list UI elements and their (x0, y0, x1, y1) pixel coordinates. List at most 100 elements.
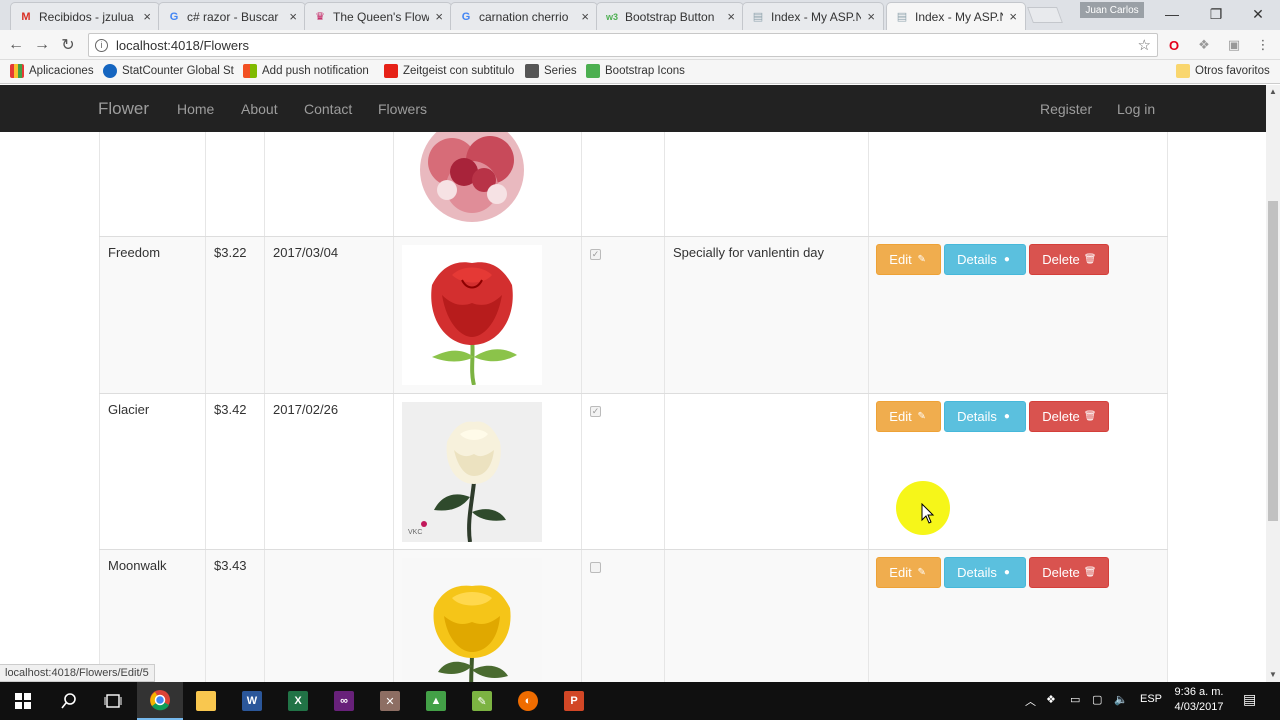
edit-button[interactable]: Edit ✎ (876, 244, 941, 275)
browser-tab[interactable]: w3 Bootstrap Button × (596, 2, 744, 30)
navbar-brand[interactable]: Flower (98, 99, 149, 119)
scrollbar-thumb[interactable] (1268, 201, 1278, 521)
reload-icon[interactable]: ↻ (58, 35, 78, 55)
flower-image-cell (394, 550, 582, 682)
chrome-icon[interactable] (137, 682, 183, 720)
volume-icon[interactable]: 🔈 (1114, 693, 1128, 706)
opera-icon[interactable]: O (1165, 36, 1183, 54)
details-button[interactable]: Details ● (944, 401, 1026, 432)
edit-label: Edit (889, 565, 912, 580)
info-circle-icon: ● (1003, 566, 1010, 578)
powerpoint-icon[interactable]: P (551, 682, 597, 720)
file-explorer-icon[interactable] (183, 682, 229, 720)
scroll-down-icon[interactable]: ▼ (1269, 670, 1277, 679)
dropbox-icon[interactable]: ❖ (1046, 693, 1056, 706)
page-icon: ▤ (752, 11, 764, 23)
close-icon[interactable]: × (289, 9, 297, 24)
address-bar[interactable]: i localhost:4018/Flowers ☆ (88, 33, 1158, 57)
app-icon[interactable]: ▲ (413, 682, 459, 720)
delete-button[interactable]: Delete 🗑 (1029, 557, 1109, 588)
system-clock[interactable]: 9:36 a. m. 4/03/2017 (1168, 685, 1230, 715)
search-icon[interactable] (46, 682, 92, 720)
browser-tab[interactable]: ▤ Index - My ASP.N × (742, 2, 884, 30)
nav-link-about[interactable]: About (241, 101, 278, 117)
extension-icon[interactable]: ▣ (1225, 36, 1243, 54)
edit-button[interactable]: Edit ✎ (876, 401, 941, 432)
info-icon[interactable]: i (95, 38, 108, 52)
microsoft-icon (243, 64, 257, 78)
close-icon[interactable]: × (581, 9, 589, 24)
mouse-cursor-icon (921, 503, 935, 524)
scroll-up-icon[interactable]: ▲ (1269, 87, 1277, 96)
yellow-rose-image (402, 558, 542, 682)
table-row: Freedom $3.22 2017/03/04 ✓ Specially for (99, 236, 1168, 393)
nav-link-flowers[interactable]: Flowers (378, 101, 427, 117)
table-row: Moonwalk $3.43 Edit ✎ Details ● Delete 🗑 (99, 549, 1168, 682)
close-icon[interactable]: × (727, 9, 735, 24)
battery-icon[interactable]: ▭ (1070, 693, 1080, 706)
details-button[interactable]: Details ● (944, 557, 1026, 588)
forward-icon[interactable]: → (32, 35, 52, 55)
nav-link-register[interactable]: Register (1040, 101, 1092, 117)
network-icon[interactable]: ▢ (1092, 693, 1102, 706)
other-bookmarks[interactable]: Otros favoritos (1176, 64, 1270, 78)
delete-label: Delete (1042, 565, 1080, 580)
close-window-icon[interactable]: ✕ (1236, 0, 1280, 28)
notepad-icon[interactable]: ✎ (459, 682, 505, 720)
bookmark-item[interactable]: Bootstrap Icons (586, 64, 685, 78)
nav-link-login[interactable]: Log in (1117, 101, 1155, 117)
bookmark-item[interactable]: Series (525, 64, 577, 78)
delete-label: Delete (1042, 252, 1080, 267)
word-icon[interactable]: W (229, 682, 275, 720)
bookmark-star-icon[interactable]: ☆ (1138, 36, 1151, 54)
browser-tab[interactable]: G c# razor - Buscar × (158, 2, 306, 30)
bookmark-label: Zeitgeist con subtitulo (403, 65, 515, 77)
restore-icon[interactable]: ❐ (1194, 0, 1238, 28)
browser-tab[interactable]: M Recibidos - jzulua × (10, 2, 160, 30)
browser-tab[interactable]: ♛ The Queen's Flow × (304, 2, 452, 30)
nav-link-contact[interactable]: Contact (304, 101, 352, 117)
minimize-icon[interactable]: — (1150, 0, 1194, 28)
info-circle-icon: ● (1003, 410, 1010, 422)
new-tab-button[interactable] (1027, 7, 1063, 23)
menu-icon[interactable]: ⋮ (1254, 36, 1272, 54)
back-icon[interactable]: ← (6, 35, 26, 55)
bookmark-item[interactable]: Zeitgeist con subtitulo (384, 64, 514, 78)
google-icon: G (169, 10, 179, 23)
windows-start-icon[interactable] (0, 682, 46, 720)
input-language[interactable]: ESP (1140, 693, 1162, 705)
page-scrollbar[interactable]: ▲ ▼ (1266, 85, 1280, 682)
flower-description (665, 394, 869, 549)
page-viewport: Flower Home About Contact Flowers Regist… (0, 85, 1266, 682)
bookmark-item[interactable]: StatCounter Global St (103, 64, 234, 78)
nav-link-home[interactable]: Home (177, 101, 214, 117)
bookmark-item[interactable]: Aplicaciones (10, 64, 94, 78)
close-icon[interactable]: × (867, 9, 875, 24)
app-icon[interactable]: ◐ (505, 682, 551, 720)
url-text[interactable]: localhost:4018/Flowers (116, 38, 249, 53)
edit-button[interactable]: Edit ✎ (876, 557, 941, 588)
profile-name[interactable]: Juan Carlos (1080, 2, 1144, 18)
edit-icon: ✎ (917, 410, 926, 422)
browser-tab-active[interactable]: ▤ Index - My ASP.N × (886, 2, 1026, 30)
bookmark-item[interactable]: Add push notification (243, 64, 369, 78)
tool-icon[interactable]: ✕ (367, 682, 413, 720)
notifications-icon[interactable]: ▤ (1243, 691, 1256, 708)
bookmark-label: Series (544, 65, 577, 77)
visual-studio-icon[interactable]: ∞ (321, 682, 367, 720)
close-icon[interactable]: × (143, 9, 151, 24)
browser-tab[interactable]: G carnation cherrio × (450, 2, 598, 30)
extension-icon[interactable]: ❖ (1195, 36, 1213, 54)
excel-icon[interactable]: X (275, 682, 321, 720)
tab-title: The Queen's Flow (333, 9, 430, 24)
browser-toolbar: ← → ↻ i localhost:4018/Flowers ☆ O ❖ ▣ ⋮ (0, 30, 1280, 60)
apps-grid-icon (10, 64, 24, 78)
show-hidden-icons-icon[interactable]: ︿ (1025, 693, 1036, 709)
close-icon[interactable]: × (435, 9, 443, 24)
task-view-icon[interactable] (90, 682, 136, 720)
flower-description: Specially for vanlentin day (665, 237, 869, 393)
delete-button[interactable]: Delete 🗑 (1029, 401, 1109, 432)
delete-button[interactable]: Delete 🗑 (1029, 244, 1109, 275)
close-icon[interactable]: × (1009, 9, 1017, 24)
details-button[interactable]: Details ● (944, 244, 1026, 275)
